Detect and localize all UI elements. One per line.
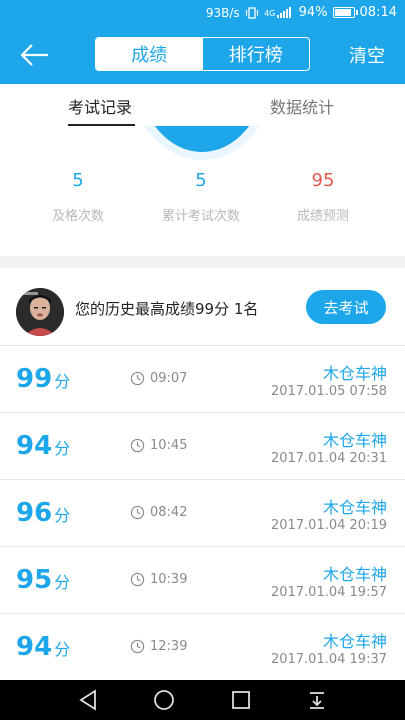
exam-date: 2017.01.04 19:37	[270, 652, 387, 667]
username: 木仓车神	[322, 364, 387, 383]
exam-date: 2017.01.04 20:31	[270, 451, 387, 466]
take-exam-button[interactable]: 去考试	[306, 290, 386, 324]
tab-exam-records[interactable]: 考试记录	[68, 94, 132, 118]
score: 95 分	[16, 565, 71, 595]
stat-pass-count: 5 及格次数	[8, 170, 148, 224]
username: 木仓车神	[322, 431, 387, 450]
stat-label: 成绩预测	[296, 209, 349, 224]
username: 木仓车神	[322, 498, 387, 517]
clock-icon	[130, 371, 145, 386]
score: 94 分	[16, 632, 71, 662]
best-score-text: 您的历史最高成绩99分 1名	[75, 300, 259, 318]
back-triangle-icon[interactable]	[76, 688, 100, 712]
exam-date: 2017.01.04 19:57	[270, 585, 387, 600]
section-divider	[0, 256, 405, 268]
home-circle-icon[interactable]	[152, 688, 176, 712]
score: 99 分	[16, 364, 71, 394]
status-right: 93B/s 4G 94% 08:14	[206, 5, 397, 20]
stat-label: 累计考试次数	[161, 209, 240, 224]
tab-data-statistics[interactable]: 数据统计	[270, 94, 334, 118]
stat-score-prediction: 95 成绩预测	[253, 170, 393, 224]
duration: 08:42	[150, 505, 188, 520]
duration: 10:39	[150, 572, 188, 587]
list-item[interactable]: 95 分 10:39 木仓车神 2017.01.04 19:57	[0, 547, 405, 614]
list-item[interactable]: 96 分 08:42 木仓车神 2017.01.04 20:19	[0, 480, 405, 547]
battery-icon	[332, 7, 358, 18]
stat-value: 5	[72, 170, 84, 191]
status-bar: 93B/s 4G 94% 08:14	[0, 0, 405, 28]
segmented-tabs: 成绩 排行榜	[95, 37, 310, 71]
stats-row: 5 及格次数 5 累计考试次数 95 成绩预测	[0, 170, 405, 250]
best-score-row: 您的历史最高成绩99分 1名 去考试	[0, 268, 405, 346]
signal-icon: 4G	[264, 6, 291, 18]
list-item[interactable]: 99 分 09:07 木仓车神 2017.01.05 07:58	[0, 346, 405, 413]
battery-percent: 94%	[298, 5, 328, 20]
tab-ranking[interactable]: 排行榜	[203, 38, 310, 70]
arrow-left-icon[interactable]	[18, 40, 52, 70]
duration: 09:07	[150, 371, 188, 386]
clock-icon	[130, 572, 145, 587]
avatar[interactable]	[16, 288, 64, 336]
net-speed: 93B/s	[205, 5, 240, 20]
duration: 12:39	[150, 639, 188, 654]
tab-score[interactable]: 成绩	[96, 38, 203, 70]
vibrate-icon	[245, 6, 258, 19]
notification-pull-icon[interactable]	[305, 688, 329, 712]
clock-icon	[130, 438, 145, 453]
clock-icon	[130, 505, 145, 520]
exam-date: 2017.01.05 07:58	[270, 384, 387, 399]
stat-total-exams: 5 累计考试次数	[131, 170, 271, 224]
exam-record-list: 99 分 09:07 木仓车神 2017.01.05 07:58 94 分 10:4…	[0, 346, 405, 681]
score-arc	[0, 126, 405, 166]
stat-value: 5	[195, 170, 207, 191]
clock-icon	[130, 639, 145, 654]
duration: 10:45	[150, 438, 188, 453]
stat-label: 及格次数	[51, 209, 104, 224]
score: 96 分	[16, 498, 71, 528]
sub-tabs: 考试记录 数据统计	[0, 84, 405, 128]
recents-square-icon[interactable]	[229, 688, 253, 712]
score: 94 分	[16, 431, 71, 461]
username: 木仓车神	[322, 565, 387, 584]
username: 木仓车神	[322, 632, 387, 651]
exam-date: 2017.01.04 20:19	[270, 518, 387, 533]
svg-text:4G: 4G	[264, 9, 275, 18]
list-item[interactable]: 94 分 12:39 木仓车神 2017.01.04 19:37	[0, 614, 405, 681]
clock-time: 08:14	[359, 5, 397, 20]
list-item[interactable]: 94 分 10:45 木仓车神 2017.01.04 20:31	[0, 413, 405, 480]
system-nav-bar	[0, 680, 405, 720]
app-header: 成绩 排行榜 清空	[0, 28, 405, 84]
clear-button[interactable]: 清空	[349, 42, 385, 68]
stat-value: 95	[311, 170, 335, 191]
